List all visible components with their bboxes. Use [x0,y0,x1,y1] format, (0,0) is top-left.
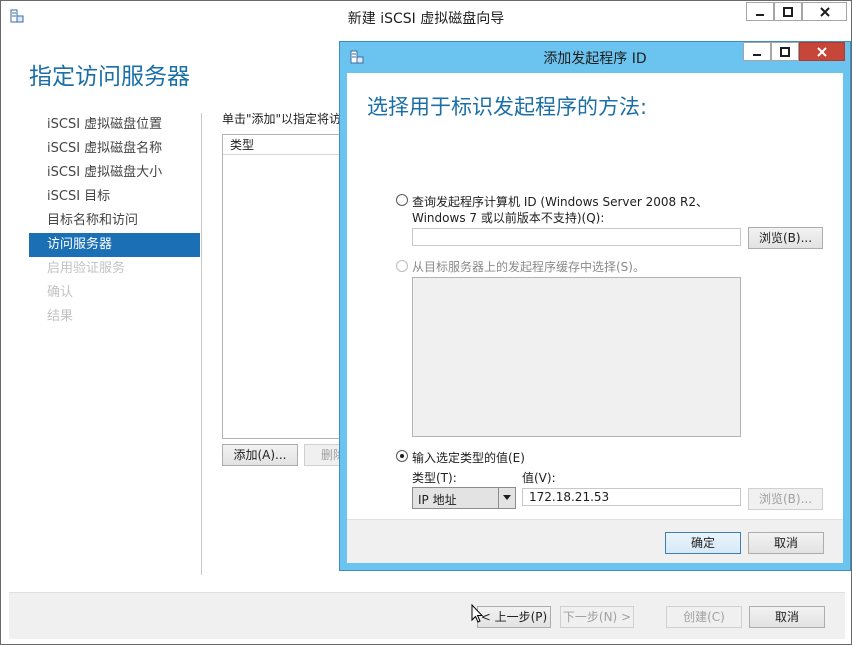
type-combobox[interactable]: IP 地址 [412,487,516,509]
add-initiator-dialog: 添加发起程序 ID 选择用于标识发起程序的方法: 查询发起程序计算机 ID (W… [339,41,851,571]
browse-computer-button[interactable]: 浏览(B)... [748,227,823,249]
close-icon [817,46,827,57]
cancel-button[interactable]: 取消 [749,606,825,628]
close-button[interactable] [802,2,847,21]
previous-button[interactable]: < 上一步(P) [477,606,551,628]
list-header-type[interactable]: 类型 [223,135,341,155]
minimize-icon [753,53,761,56]
dialog-heading: 选择用于标识发起程序的方法: [367,95,648,119]
create-button[interactable]: 创建(C) [666,606,742,628]
radio-selected-dot [400,454,404,458]
minimize-icon [756,13,764,16]
nav-item-access-servers[interactable]: 访问服务器 [29,233,200,257]
browse-value-button[interactable]: 浏览(B)... [748,488,823,510]
wizard-title: 新建 iSCSI 虚拟磁盘向导 [347,11,505,27]
remove-button[interactable]: 删除 [304,444,344,466]
minimize-button[interactable] [746,2,774,21]
nav-item-auth: 启用验证服务 [47,261,126,276]
nav-item-confirm: 确认 [47,285,74,300]
ok-button[interactable]: 确定 [665,532,741,554]
nav-item-disk-size[interactable]: iSCSI 虚拟磁盘大小 [29,161,200,185]
close-icon [819,6,830,17]
dialog-maximize-button[interactable] [771,42,799,61]
nav-item-target[interactable]: iSCSI 目标 [29,185,200,209]
value-label: 值(V): [522,471,556,485]
option-query-label-1: 查询发起程序计算机 ID (Windows Server 2008 R2、 [412,195,708,209]
dialog-cancel-button[interactable]: 取消 [748,532,824,554]
type-label: 类型(T): [412,471,457,485]
option-query-label-2: Windows 7 或以前版本不支持)(Q): [412,211,605,225]
mouse-cursor-icon [471,603,484,627]
type-selected-value: IP 地址 [418,493,457,507]
instruction-text: 单击"添加"以指定将访 [222,112,342,126]
wizard-titlebar[interactable]: 新建 iSCSI 虚拟磁盘向导 [1,1,851,31]
computer-id-input[interactable] [412,228,741,246]
page-title: 指定访问服务器 [29,64,190,90]
maximize-icon [783,6,793,17]
option-cache-label: 从目标服务器上的发起程序缓存中选择(S)。 [412,260,645,274]
option-enter-value-label: 输入选定类型的值(E) [412,451,525,465]
dialog-body: 选择用于标识发起程序的方法: 查询发起程序计算机 ID (Windows Ser… [347,73,843,563]
nav-divider [201,113,202,575]
nav-item-target-name-access[interactable]: 目标名称和访问 [29,209,200,233]
maximize-icon [780,46,790,57]
next-button[interactable]: 下一步(N) > [560,606,634,628]
nav-item-disk-location[interactable]: iSCSI 虚拟磁盘位置 [29,113,200,137]
radio-enter-value[interactable] [396,450,408,462]
chevron-down-icon[interactable] [498,488,515,508]
value-input[interactable]: 172.18.21.53 [522,488,741,506]
dialog-minimize-button[interactable] [743,42,771,61]
dialog-footer: 确定 取消 [347,519,843,563]
radio-query-computer-id[interactable] [396,194,408,206]
nav-item-disk-name[interactable]: iSCSI 虚拟磁盘名称 [29,137,200,161]
dialog-close-button[interactable] [799,42,845,61]
maximize-button[interactable] [774,2,802,21]
radio-initiator-cache[interactable] [396,260,408,272]
add-button[interactable]: 添加(A)... [222,444,298,466]
wizard-nav: iSCSI 虚拟磁盘位置 iSCSI 虚拟磁盘名称 iSCSI 虚拟磁盘大小 i… [29,113,200,329]
wizard-footer: < 上一步(P) 下一步(N) > 创建(C) 取消 [9,592,845,639]
nav-item-results: 结果 [47,309,74,324]
initiator-cache-list[interactable] [412,277,741,437]
initiator-list[interactable]: 类型 [222,134,342,439]
